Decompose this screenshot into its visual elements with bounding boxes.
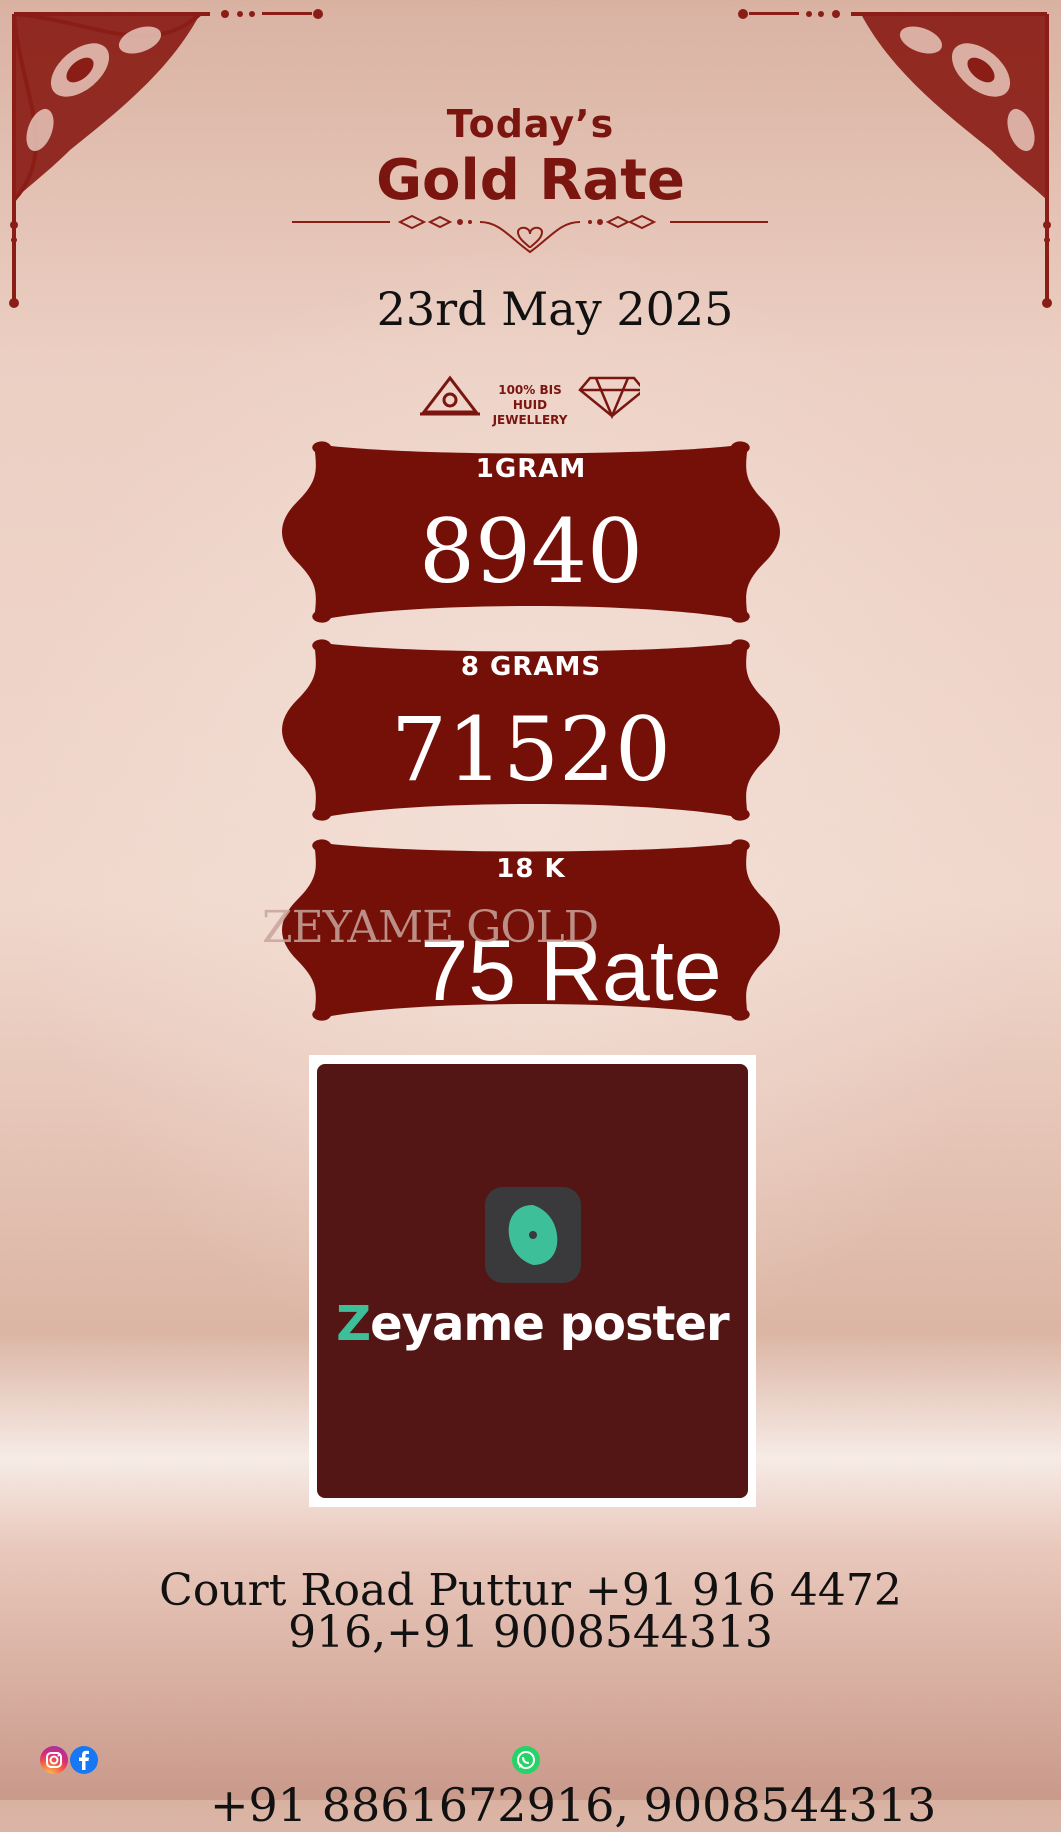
rate-value-8grams: 71520	[391, 698, 671, 801]
rate-plaque-1gram: 1GRAM 8940	[275, 432, 787, 632]
rate-value-1gram: 8940	[419, 500, 643, 603]
whatsapp-icon[interactable]	[512, 1746, 540, 1774]
rate-label-18k: 18 K	[496, 854, 566, 884]
shop-address: Court Road Puttur +91 916 4472 916,+91 9…	[0, 1565, 1061, 1658]
footer-phone: +91 8861672916, 9008544313	[210, 1778, 937, 1832]
address-line1: Court Road Puttur +91 916 4472	[159, 1565, 902, 1616]
facebook-icon[interactable]	[70, 1746, 98, 1774]
huid-line2: JEWELLERY	[492, 413, 568, 427]
watermark-text: ZEYAME GOLD	[262, 902, 599, 953]
poster-brand-first: Z	[336, 1296, 371, 1352]
rate-plaque-8grams: 8 GRAMS 71520	[275, 630, 787, 830]
huid-label: 100% BIS HUID JEWELLERY	[480, 383, 580, 428]
title-today: Today’s	[446, 102, 615, 146]
ornamental-divider	[292, 214, 768, 254]
rate-date: 23rd May 2025	[376, 282, 734, 336]
poster-card: Zeyame poster	[317, 1064, 748, 1498]
huid-line1: 100% BIS HUID	[498, 383, 562, 412]
rate-label-8grams: 8 GRAMS	[460, 652, 602, 682]
instagram-icon[interactable]	[40, 1746, 68, 1774]
poster-placeholder[interactable]: Zeyame poster	[309, 1055, 756, 1507]
rate-label-1gram: 1GRAM	[475, 454, 587, 484]
title-gold-rate: Gold Rate	[376, 148, 685, 213]
zeyame-logo-icon	[485, 1187, 581, 1283]
poster-brand-rest: eyame poster	[370, 1296, 730, 1352]
poster-brand-name: Zeyame poster	[317, 1296, 748, 1352]
address-line2: 916,+91 9008544313	[288, 1607, 773, 1658]
